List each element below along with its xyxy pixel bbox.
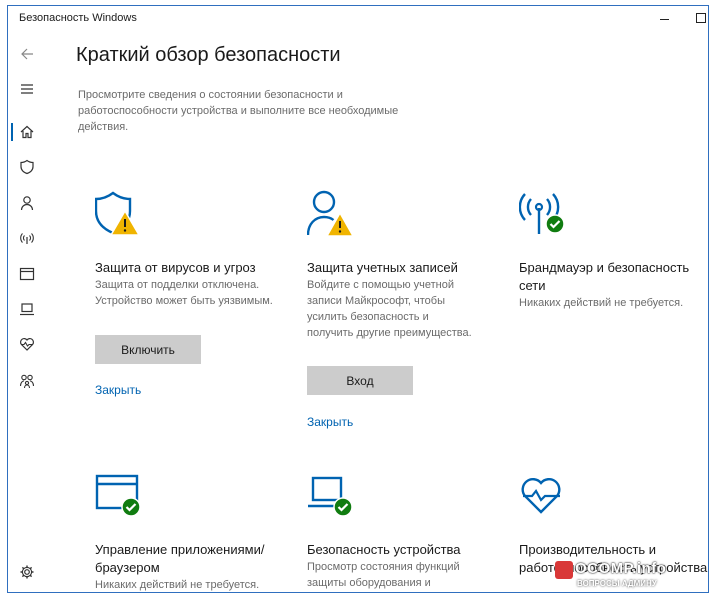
- home-icon: [20, 125, 34, 139]
- dismiss-link[interactable]: Закрыть: [307, 415, 353, 429]
- card-title: Управление приложениями/браузером: [95, 542, 265, 575]
- wireless-antenna-icon: [20, 233, 34, 244]
- page-title: Краткий обзор безопасности: [76, 44, 341, 66]
- watermark-subtext: ВОПРОСЫ АДМИНУ: [577, 579, 657, 588]
- enable-button[interactable]: Включить: [95, 335, 201, 364]
- window-check-icon: [95, 474, 141, 517]
- card-description: Никаких действий не требуется.: [519, 297, 684, 309]
- menu-button[interactable]: [8, 73, 46, 105]
- title-bar: Безопасность Windows: [8, 6, 708, 32]
- maximize-button[interactable]: [691, 9, 708, 27]
- card-device-security: Безопасность устройства Просмотр состоян…: [307, 472, 497, 589]
- hamburger-menu-icon: [21, 84, 33, 94]
- back-arrow-icon: [21, 48, 33, 60]
- laptop-icon: [20, 303, 34, 316]
- minimize-button[interactable]: [654, 9, 674, 27]
- dismiss-link[interactable]: Закрыть: [95, 383, 141, 397]
- card-description: Просмотр состояния функций защиты оборуд…: [307, 561, 460, 589]
- sidebar-item-device-health[interactable]: [8, 328, 46, 360]
- sidebar-item-device-security[interactable]: [8, 293, 46, 325]
- window-title: Безопасность Windows: [19, 12, 137, 24]
- main-content: Краткий обзор безопасности Просмотрите с…: [76, 32, 708, 592]
- back-button[interactable]: [8, 38, 46, 70]
- card-virus-protection: Защита от вирусов и угроз Защита от подд…: [95, 190, 285, 400]
- person-icon: [20, 196, 34, 211]
- sidebar: [8, 32, 46, 592]
- heart-pulse-icon: [20, 338, 34, 351]
- card-app-browser: Управление приложениями/браузером Никаки…: [95, 472, 285, 591]
- card-title: Брандмауэр и безопасность сети: [519, 260, 690, 293]
- shield-icon: [20, 159, 34, 175]
- page-description: Просмотрите сведения о состоянии безопас…: [78, 89, 399, 133]
- card-description: Защита от подделки отключена. Устройство…: [95, 279, 273, 307]
- app-window: Безопасность Windows Краткий обзор безоп…: [7, 5, 709, 593]
- sidebar-item-family[interactable]: [8, 365, 46, 397]
- watermark-text: OCOMP.info: [575, 560, 667, 577]
- card-description: Войдите с помощью учетной записи Майкрос…: [307, 279, 472, 339]
- site-watermark: OCOMP.info ВОПРОСЫ АДМИНУ: [555, 558, 705, 594]
- sidebar-item-home[interactable]: [8, 116, 46, 148]
- person-warning-icon: [307, 190, 355, 237]
- family-icon: [19, 374, 35, 389]
- card-title: Безопасность устройства: [307, 542, 461, 557]
- card-title: Защита учетных записей: [307, 260, 458, 275]
- watermark-logo: [555, 561, 573, 579]
- shield-warning-icon: [95, 191, 141, 236]
- sidebar-item-app-browser[interactable]: [8, 258, 46, 290]
- heart-pulse-icon: [521, 478, 561, 514]
- card-account-protection: Защита учетных записей Войдите с помощью…: [307, 190, 497, 430]
- settings-gear-icon: [20, 565, 34, 579]
- app-window-icon: [19, 267, 35, 281]
- laptop-check-icon: [308, 476, 353, 517]
- sidebar-item-firewall[interactable]: [8, 222, 46, 254]
- card-firewall: Брандмауэр и безопасность сети Никаких д…: [519, 190, 708, 320]
- sidebar-item-virus-protection[interactable]: [8, 151, 46, 183]
- card-title: Защита от вирусов и угроз: [95, 260, 256, 275]
- antenna-check-icon: [519, 193, 565, 234]
- sidebar-item-settings[interactable]: [8, 556, 46, 588]
- sign-in-button[interactable]: Вход: [307, 366, 413, 395]
- sidebar-item-account-protection[interactable]: [8, 187, 46, 219]
- card-description: Никаких действий не требуется.: [95, 579, 260, 591]
